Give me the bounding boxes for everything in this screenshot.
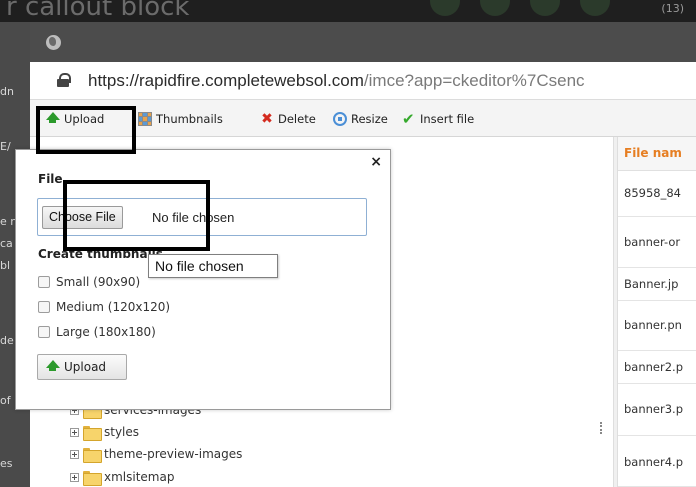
thumbnails-icon [138, 112, 152, 126]
file-field-label: File [38, 172, 63, 186]
globe-icon [46, 35, 61, 50]
upload-icon [45, 359, 60, 375]
file-name: banner2.p [624, 360, 683, 374]
upload-submit-label: Upload [64, 360, 107, 374]
close-icon[interactable]: × [370, 154, 382, 170]
file-input[interactable]: Choose File No file chosen [37, 198, 367, 236]
expand-icon[interactable] [70, 472, 79, 482]
expand-icon[interactable] [70, 449, 79, 459]
thumbnails-tool-button[interactable]: Thumbnails [138, 110, 223, 128]
upload-submit-button[interactable]: Upload [37, 354, 127, 380]
file-row[interactable]: 85958_84 [618, 171, 696, 217]
folder-label: theme-preview-images [104, 447, 243, 461]
folder-icon [83, 447, 102, 463]
file-name-header-label: File nam [624, 146, 682, 160]
background-snippet: bl [0, 259, 11, 272]
thumbnail-option-small[interactable]: Small (90x90) [38, 274, 140, 290]
tree-item-xmlsitemap[interactable]: xmlsitemap [70, 468, 174, 486]
thumbnails-tool-label: Thumbnails [156, 112, 223, 126]
file-name: banner4.p [624, 455, 683, 469]
folder-icon [83, 425, 102, 441]
thumbnail-option-label: Medium (120x120) [56, 300, 171, 314]
insert-file-tool-button[interactable]: ✔ Insert file [402, 110, 474, 128]
folder-label: styles [104, 425, 140, 439]
insert-file-tool-label: Insert file [420, 112, 475, 126]
file-name: banner.pn [624, 318, 682, 332]
upload-tool-button[interactable]: Upload [45, 110, 104, 128]
file-list-pane: File nam 85958_84 banner-or Banner.jp ba… [618, 137, 696, 487]
delete-tool-label: Delete [278, 112, 316, 126]
background-snippet: dn [0, 85, 14, 98]
file-row[interactable]: banner3.p [618, 384, 696, 436]
resize-tool-button[interactable]: Resize [333, 110, 388, 128]
file-name: 85958_84 [624, 186, 681, 200]
url-host: https://rapidfire.completewebsol.com [88, 71, 364, 90]
window-title-bar [30, 22, 696, 62]
expand-icon[interactable] [70, 427, 79, 437]
lock-icon [57, 73, 71, 87]
file-input-tooltip: No file chosen [148, 254, 278, 278]
thumbnail-option-medium[interactable]: Medium (120x120) [38, 299, 170, 315]
checkbox[interactable] [38, 326, 50, 338]
upload-icon [45, 111, 60, 127]
checkmark-icon: ✔ [402, 110, 415, 128]
address-bar[interactable]: https://rapidfire.completewebsol.com/imc… [30, 62, 696, 100]
background-snippet: de [0, 334, 14, 347]
splitter-grip[interactable] [600, 422, 603, 434]
delete-icon: ✖ [261, 111, 273, 127]
file-row[interactable]: banner.pn [618, 301, 696, 351]
delete-tool-button[interactable]: ✖ Delete [260, 110, 316, 128]
background-snippet: of [0, 394, 11, 407]
upload-tool-label: Upload [64, 112, 105, 126]
thumbnails-field-label: Create thumbnails [38, 247, 163, 261]
thumbnail-option-label: Large (180x180) [56, 325, 156, 339]
resize-icon [333, 112, 347, 126]
no-file-chosen-text: No file chosen [152, 210, 235, 225]
background-snippet: E/ [0, 140, 11, 153]
imce-toolbar: Upload Thumbnails ✖ Delete Resize ✔ Inse… [30, 100, 696, 137]
file-row[interactable]: Banner.jp [618, 268, 696, 301]
file-name: banner-or [624, 235, 681, 249]
file-row[interactable]: banner4.p [618, 436, 696, 487]
checkbox[interactable] [38, 276, 50, 288]
background-counter: (13) [661, 2, 684, 15]
thumbnail-option-label: Small (90x90) [56, 275, 141, 289]
resize-tool-label: Resize [351, 112, 388, 126]
url-text[interactable]: https://rapidfire.completewebsol.com/imc… [88, 71, 585, 91]
background-snippet: ca [0, 237, 13, 250]
checkbox[interactable] [38, 301, 50, 313]
tree-item-theme-preview-images[interactable]: theme-preview-images [70, 445, 242, 463]
url-path: /imce?app=ckeditor%7Csenc [363, 71, 585, 90]
folder-label: xmlsitemap [104, 470, 175, 484]
file-name-column-header[interactable]: File nam [618, 137, 696, 171]
background-snippet: es [0, 457, 13, 470]
folder-icon [83, 470, 102, 486]
file-row[interactable]: banner-or [618, 217, 696, 268]
upload-form-panel: × File Choose File No file chosen Create… [15, 149, 391, 410]
tree-item-styles[interactable]: styles [70, 423, 139, 441]
file-name: banner3.p [624, 402, 683, 416]
background-page-header: r callout block (13) [0, 0, 696, 22]
thumbnail-option-large[interactable]: Large (180x180) [38, 324, 156, 340]
file-row[interactable]: banner2.p [618, 351, 696, 384]
file-name: Banner.jp [624, 277, 679, 291]
background-heading: r callout block [6, 0, 190, 22]
choose-file-button[interactable]: Choose File [42, 206, 123, 229]
